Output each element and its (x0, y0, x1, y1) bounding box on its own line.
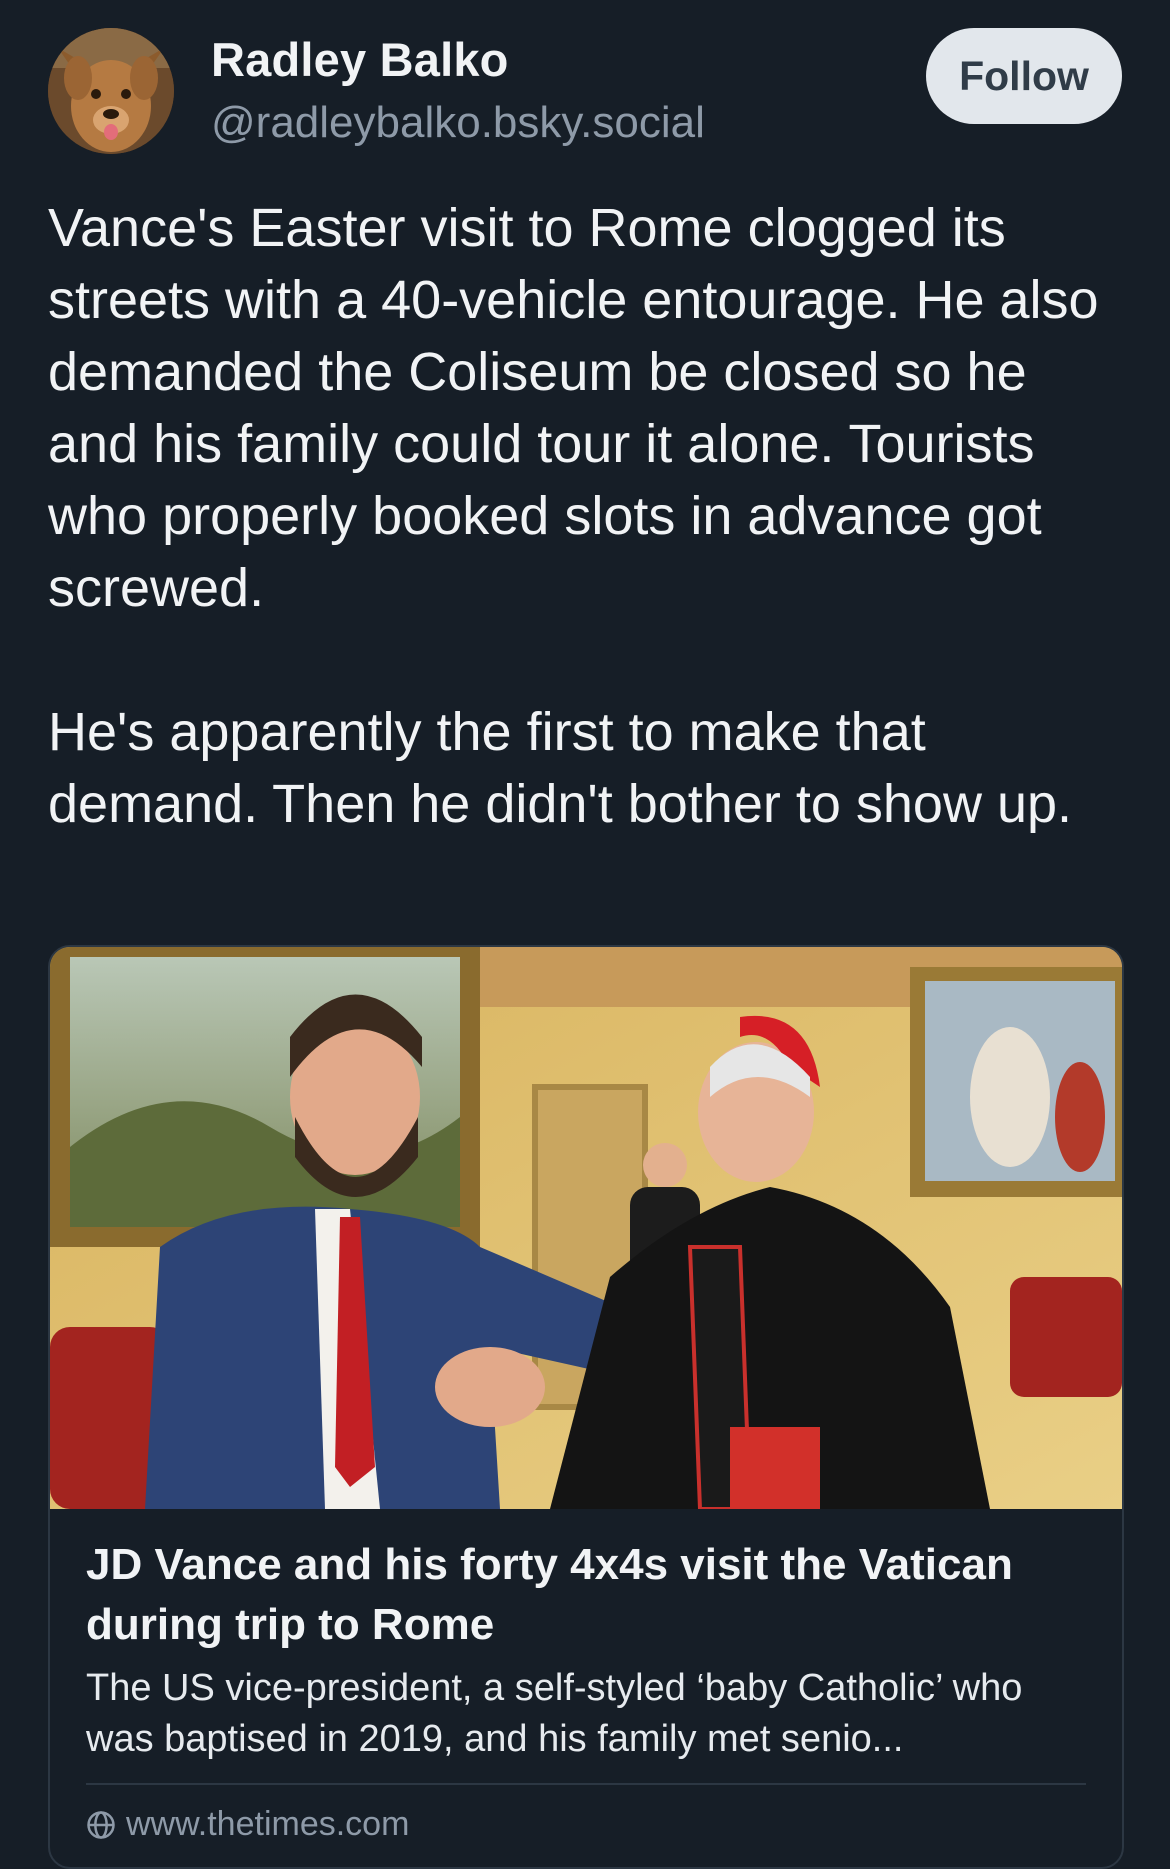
photo-icon (50, 947, 1122, 1509)
link-card-image (50, 947, 1122, 1509)
author-handle[interactable]: @radleybalko.bsky.social (211, 98, 705, 148)
author-avatar[interactable] (48, 28, 174, 154)
link-card-domain-text: www.thetimes.com (126, 1805, 410, 1843)
link-card-divider (86, 1783, 1086, 1785)
link-card-body: JD Vance and his forty 4x4s visit the Va… (86, 1535, 1086, 1765)
globe-icon (87, 1810, 115, 1839)
author-name[interactable]: Radley Balko (211, 32, 509, 87)
link-card[interactable]: JD Vance and his forty 4x4s visit the Va… (48, 945, 1124, 1869)
follow-button[interactable]: Follow (926, 28, 1122, 124)
link-card-domain: www.thetimes.com (86, 1805, 409, 1844)
post-text: Vance's Easter visit to Rome clogged its… (48, 192, 1128, 840)
post-container: Radley Balko @radleybalko.bsky.social Fo… (0, 0, 1170, 1869)
post-paragraph: Vance's Easter visit to Rome clogged its… (48, 198, 1099, 618)
link-card-description: The US vice-president, a self-styled ‘ba… (86, 1667, 1023, 1760)
link-card-title[interactable]: JD Vance and his forty 4x4s visit the Va… (86, 1535, 1086, 1655)
post-paragraph: He's apparently the first to make that d… (48, 702, 1073, 834)
dog-avatar-icon (48, 28, 174, 154)
